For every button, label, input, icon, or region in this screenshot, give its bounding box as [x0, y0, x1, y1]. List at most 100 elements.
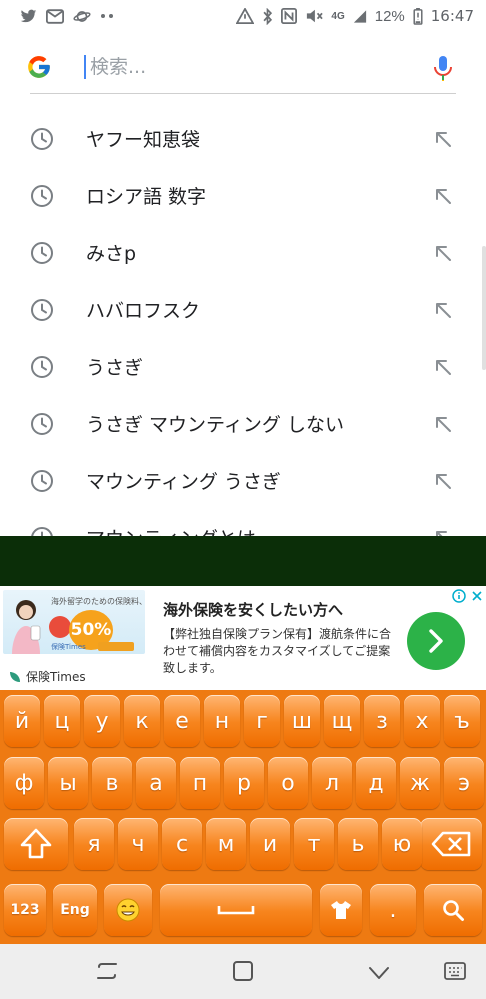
status-bar: 4G 12% 16:47: [0, 0, 486, 32]
history-clock-icon: [31, 355, 53, 378]
shift-key[interactable]: [4, 818, 68, 870]
suggestion-label: うさぎ マウンティング しない: [86, 414, 344, 436]
google-logo-icon: [26, 54, 52, 80]
fill-query-arrow-icon[interactable]: [432, 128, 454, 150]
navigation-bar: [0, 944, 486, 999]
suggestion-label: うさぎ: [86, 357, 144, 379]
search-bar: [28, 40, 456, 94]
suggestion-item[interactable]: ヤフー知恵袋: [0, 110, 486, 167]
fill-query-arrow-icon[interactable]: [432, 185, 454, 207]
history-clock-icon: [31, 184, 53, 207]
keyboard: 123 Eng . йцукенгшщзхъ фывапролджэ ячсмить…: [0, 690, 486, 944]
letter-key[interactable]: м: [206, 818, 246, 870]
letter-key[interactable]: н: [204, 695, 240, 747]
letter-key[interactable]: ж: [400, 757, 440, 809]
system-icons: 4G 12% 16:47: [236, 7, 474, 25]
letter-key[interactable]: с: [162, 818, 202, 870]
letter-key[interactable]: т: [294, 818, 334, 870]
letter-key[interactable]: е: [164, 695, 200, 747]
text-cursor: [84, 55, 86, 79]
suggestion-item[interactable]: ハバロフスク: [0, 281, 486, 338]
letter-key[interactable]: ь: [338, 818, 378, 870]
fill-query-arrow-icon[interactable]: [432, 413, 454, 435]
numbers-key[interactable]: 123: [4, 884, 46, 936]
space-key[interactable]: [160, 884, 312, 936]
theme-key[interactable]: [320, 884, 362, 936]
ad-info-icon[interactable]: [452, 588, 466, 603]
ad-divider: [0, 536, 486, 586]
home-icon[interactable]: [230, 958, 256, 984]
letter-key[interactable]: ф: [4, 757, 44, 809]
letter-key[interactable]: ъ: [444, 695, 480, 747]
suggestion-list: ヤフー知恵袋 ロシア語 数字 みさp ハバロフスク うさぎうさぎ マウンティング しない…: [0, 110, 486, 566]
suggestion-item[interactable]: ロシア語 数字: [0, 167, 486, 224]
suggestion-label: ハバロフスク: [86, 300, 201, 322]
fill-query-arrow-icon[interactable]: [432, 470, 454, 492]
letter-key[interactable]: к: [124, 695, 160, 747]
period-key[interactable]: .: [370, 884, 416, 936]
mail-icon: [46, 8, 64, 24]
letter-key[interactable]: ю: [382, 818, 422, 870]
letter-key[interactable]: у: [84, 695, 120, 747]
letter-key[interactable]: г: [244, 695, 280, 747]
search-input[interactable]: [84, 50, 404, 84]
scrollbar[interactable]: [482, 246, 486, 370]
recents-icon[interactable]: [94, 958, 120, 984]
history-clock-icon: [31, 127, 53, 150]
suggestion-item[interactable]: うさぎ: [0, 338, 486, 395]
mic-icon[interactable]: [432, 54, 454, 82]
suggestion-item[interactable]: みさp: [0, 224, 486, 281]
vpn-icon: [236, 8, 255, 24]
fill-query-arrow-icon[interactable]: [432, 356, 454, 378]
letter-key[interactable]: ч: [118, 818, 158, 870]
battery-icon: [413, 7, 423, 25]
letter-key[interactable]: я: [74, 818, 114, 870]
letter-key[interactable]: л: [312, 757, 352, 809]
ad-go-button[interactable]: [407, 612, 465, 670]
backspace-icon: [431, 831, 471, 857]
letter-key[interactable]: ш: [284, 695, 320, 747]
fill-query-arrow-icon[interactable]: [432, 299, 454, 321]
bluetooth-icon: [262, 7, 273, 25]
ad-close-icon[interactable]: [470, 588, 484, 602]
letter-key[interactable]: и: [250, 818, 290, 870]
suggestion-label: みさp: [86, 243, 137, 265]
suggestion-item[interactable]: うさぎ マウンティング しない: [0, 395, 486, 452]
ad-image-button: [98, 642, 134, 651]
shift-icon: [20, 828, 52, 859]
ad-image[interactable]: 海外留学のための保険料、安くならないかな… 50% 保険Times: [3, 590, 145, 654]
letter-key[interactable]: х: [404, 695, 440, 747]
letter-key[interactable]: д: [356, 757, 396, 809]
letter-key[interactable]: щ: [324, 695, 360, 747]
letter-key[interactable]: ц: [44, 695, 80, 747]
language-key[interactable]: Eng: [53, 884, 97, 936]
suggestion-item[interactable]: マウンティング うさぎ: [0, 452, 486, 509]
letter-key[interactable]: з: [364, 695, 400, 747]
nfc-icon: [281, 8, 298, 24]
ad-banner[interactable]: 海外留学のための保険料、安くならないかな… 50% 保険Times 保険Time…: [0, 586, 486, 690]
ad-brand: 保険Times: [8, 668, 86, 685]
letter-key[interactable]: э: [444, 757, 484, 809]
ad-person-illustration: [12, 600, 41, 654]
letter-key[interactable]: й: [4, 695, 40, 747]
search-key[interactable]: [424, 884, 482, 936]
backspace-key[interactable]: [420, 818, 482, 870]
fill-query-arrow-icon[interactable]: [432, 242, 454, 264]
clock: 16:47: [430, 7, 474, 25]
ad-title[interactable]: 海外保険を安くしたい方へ: [163, 599, 343, 620]
letter-key[interactable]: п: [180, 757, 220, 809]
letter-key[interactable]: р: [224, 757, 264, 809]
suggestion-label: ロシア語 数字: [86, 186, 207, 208]
letter-key[interactable]: ы: [48, 757, 88, 809]
history-clock-icon: [31, 412, 53, 435]
ad-brand-label: 保険Times: [26, 670, 86, 684]
suggestion-label: ヤフー知恵袋: [86, 129, 201, 151]
back-icon[interactable]: [366, 958, 392, 984]
ad-savings-badge: [49, 616, 71, 638]
emoji-key[interactable]: [104, 884, 152, 936]
letter-key[interactable]: в: [92, 757, 132, 809]
letter-key[interactable]: а: [136, 757, 176, 809]
letter-key[interactable]: о: [268, 757, 308, 809]
keyboard-switch-icon[interactable]: [442, 958, 468, 984]
search-icon: [443, 900, 464, 921]
